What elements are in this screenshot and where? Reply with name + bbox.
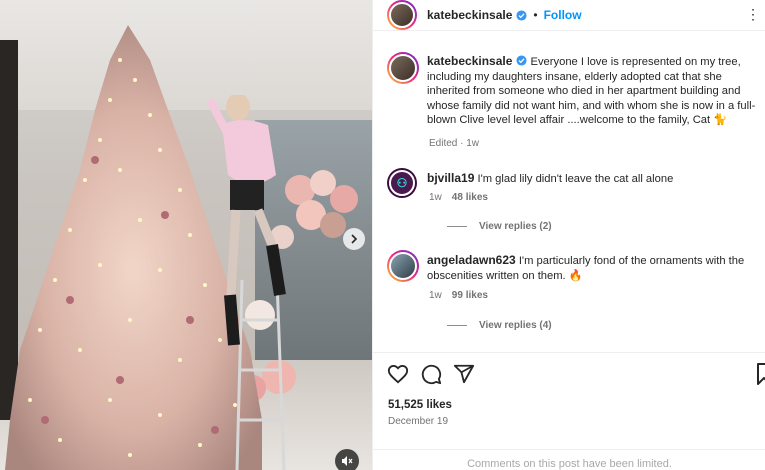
bookmark-icon[interactable] bbox=[757, 363, 765, 385]
author-avatar[interactable] bbox=[387, 0, 417, 30]
comment-likes[interactable]: 99 likes bbox=[452, 290, 488, 301]
author-username[interactable]: katebeckinsale bbox=[427, 8, 512, 22]
comment-meta: 1w 48 likes bbox=[429, 192, 488, 203]
comment-item: ⚇ bjvilla19 I'm glad lily didn't leave t… bbox=[387, 168, 762, 238]
caption-block: katebeckinsale Everyone I love is repres… bbox=[387, 52, 762, 152]
commenter-avatar[interactable] bbox=[387, 250, 419, 282]
next-photo-button[interactable] bbox=[343, 228, 365, 250]
mute-toggle-button[interactable] bbox=[335, 449, 359, 470]
post-header: katebeckinsale • Follow ⋮ bbox=[373, 0, 765, 31]
comment-body: I'm glad lily didn't leave the cat all a… bbox=[477, 173, 674, 185]
view-replies-label: View replies (4) bbox=[479, 320, 552, 331]
comment-age: 1w bbox=[429, 290, 442, 301]
author-avatar[interactable] bbox=[387, 52, 419, 84]
post-actions: 51,525 likes December 19 Comments on thi… bbox=[373, 352, 765, 470]
muted-speaker-icon bbox=[342, 456, 353, 466]
commenter-avatar[interactable]: ⚇ bbox=[387, 168, 417, 198]
comment-username[interactable]: bjvilla19 bbox=[427, 171, 474, 185]
view-replies-button[interactable]: View replies (2) bbox=[447, 221, 552, 232]
replies-divider bbox=[447, 325, 467, 326]
likes-count[interactable]: 51,525 likes bbox=[388, 399, 452, 411]
verified-badge-icon bbox=[516, 9, 527, 21]
caption-username[interactable]: katebeckinsale bbox=[427, 54, 512, 68]
comment-likes[interactable]: 48 likes bbox=[452, 192, 488, 203]
share-icon[interactable] bbox=[453, 363, 475, 385]
comment-username[interactable]: angeladawn623 bbox=[427, 253, 516, 267]
photo-balloon bbox=[320, 212, 346, 238]
comments-limited-notice: Comments on this post have been limited. bbox=[373, 449, 765, 470]
chevron-right-icon bbox=[351, 234, 358, 244]
comment-text: bjvilla19 I'm glad lily didn't leave the… bbox=[427, 171, 762, 187]
caption-meta: Edited · 1w bbox=[429, 138, 480, 149]
view-replies-label: View replies (2) bbox=[479, 221, 552, 232]
follow-button[interactable]: Follow bbox=[544, 8, 582, 22]
post-date: December 19 bbox=[388, 416, 449, 427]
comment-icon[interactable] bbox=[420, 363, 442, 385]
post-details-panel: katebeckinsale • Follow ⋮ katebeckinsale… bbox=[372, 0, 765, 470]
post-photo[interactable] bbox=[0, 0, 372, 470]
comment-text: angeladawn623 I'm particularly fond of t… bbox=[427, 253, 762, 283]
heart-icon[interactable] bbox=[387, 363, 409, 385]
verified-badge-icon bbox=[516, 55, 527, 66]
view-replies-button[interactable]: View replies (4) bbox=[447, 320, 552, 331]
replies-divider bbox=[447, 226, 467, 227]
photo-person bbox=[206, 95, 286, 346]
comment-age: 1w bbox=[429, 192, 442, 203]
comment-item: angeladawn623 I'm particularly fond of t… bbox=[387, 250, 762, 335]
comment-meta: 1w 99 likes bbox=[429, 290, 488, 301]
more-options-icon[interactable]: ⋮ bbox=[746, 6, 760, 23]
separator-dot: • bbox=[533, 8, 538, 22]
caption-text: katebeckinsale Everyone I love is repres… bbox=[427, 54, 762, 128]
photo-balloon bbox=[330, 185, 358, 213]
